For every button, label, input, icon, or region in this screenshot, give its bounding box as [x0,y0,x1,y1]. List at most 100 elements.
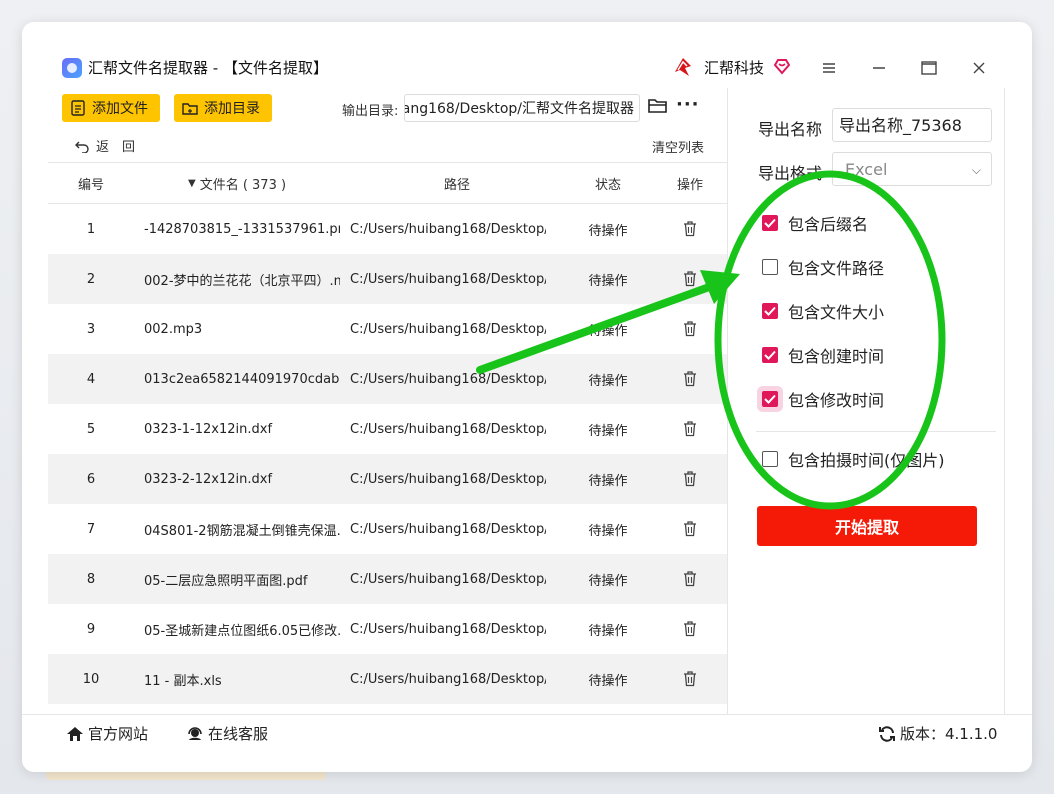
output-dir-input[interactable]: C:/Users/huibang168/Desktop/汇帮文件名提取器 [404,94,640,122]
option-checkbox[interactable]: 包含文件路径 [762,256,884,278]
row-path: C:/Users/huibang168/Desktop/... [350,621,546,637]
row-status: 待操作 [588,423,628,439]
maximize-icon[interactable] [917,56,941,80]
support-link[interactable]: 在线客服 [186,723,268,744]
trash-icon [684,521,696,537]
row-status: 待操作 [588,223,628,239]
back-button[interactable]: 返 回 [74,136,135,155]
table-row[interactable]: 4 013c2ea6582144091970cdabec... C:/Users/h… [48,354,728,404]
delete-row-button[interactable] [658,354,722,404]
heart-diamond-icon[interactable] [772,56,792,76]
trash-icon [684,371,696,387]
file-icon [71,100,85,116]
option-checkbox[interactable]: 包含修改时间 [762,388,884,410]
website-link[interactable]: 官方网站 [66,723,148,744]
checkbox-icon[interactable] [762,451,778,467]
row-status: 待操作 [588,323,628,339]
row-path: C:/Users/huibang168/Desktop/... [350,271,546,287]
footer: 官方网站 在线客服 版本：4.1.1.0 [22,714,1032,772]
export-name-input[interactable]: 导出名称_75368 [832,108,992,142]
table-row[interactable]: 1 -1428703815_-1331537961.png C:/Users/hui… [48,204,728,254]
table-row[interactable]: 3 002.mp3 C:/Users/huibang168/Desktop/... 待… [48,304,728,354]
refresh-icon [879,725,895,742]
version-info[interactable]: 版本：4.1.1.0 [878,723,997,744]
delete-row-button[interactable] [658,554,722,604]
option-checkbox[interactable]: 包含文件大小 [762,300,884,322]
row-path: C:/Users/huibang168/Desktop/... [350,221,546,237]
table-row[interactable]: 5 0323-1-12x12in.dxf C:/Users/huibang168/D… [48,404,728,454]
add-directory-label: 添加目录 [204,101,260,117]
menu-icon[interactable] [817,56,841,80]
option-checkbox[interactable]: 包含拍摄时间(仅图片) [762,448,945,470]
delete-row-button[interactable] [658,404,722,454]
row-status: 待操作 [588,373,628,389]
option-label: 包含修改时间 [788,391,885,410]
row-filename: 013c2ea6582144091970cdabec... [144,371,340,387]
export-format-label: 导出格式 [758,164,823,183]
row-filename: -1428703815_-1331537961.png [144,221,340,237]
row-path: C:/Users/huibang168/Desktop/... [350,521,546,537]
checkbox-icon[interactable] [762,391,778,407]
option-checkbox[interactable]: 包含后缀名 [762,212,868,234]
output-dir-label: 输出目录: [342,104,399,119]
row-no: 7 [86,521,96,537]
row-filename: 05-二层应急照明平面图.pdf [144,573,308,589]
trash-icon [684,321,696,337]
minimize-icon[interactable] [867,56,891,80]
delete-row-button[interactable] [658,204,722,254]
back-arrow-icon [75,141,89,153]
row-no: 9 [86,621,96,637]
header-status: 状态 [594,177,621,193]
table-row[interactable]: 2 002-梦中的兰花花（北京平四）.m... C:/Users/huibang16… [48,254,728,304]
table-header: 编号 ▼ 文件名 ( 373 ) 路径 状态 操作 [48,162,728,204]
app-window: 汇帮文件名提取器 - 【文件名提取】 汇帮科技 添加文件 添加目录 输出目录: [22,22,1032,772]
row-status: 待操作 [588,523,628,539]
add-file-label: 添加文件 [92,101,148,117]
table-row[interactable]: 6 0323-2-12x12in.dxf C:/Users/huibang168/D… [48,454,728,504]
website-label: 官方网站 [88,725,149,743]
option-checkbox[interactable]: 包含创建时间 [762,344,884,366]
checkbox-icon[interactable] [762,303,778,319]
add-directory-button[interactable]: 添加目录 [174,94,272,122]
file-table: 编号 ▼ 文件名 ( 373 ) 路径 状态 操作 1 -1428703815_-… [48,162,728,704]
options-separator [756,431,996,432]
delete-row-button[interactable] [658,604,722,654]
row-no: 10 [82,671,100,687]
delete-row-button[interactable] [658,654,722,704]
row-no: 1 [86,221,96,237]
home-icon [67,726,83,741]
folder-open-icon[interactable] [648,98,668,114]
row-no: 6 [86,471,96,487]
delete-row-button[interactable] [658,304,722,354]
trash-icon [684,421,696,437]
start-extract-button[interactable]: 开始提取 [757,506,977,546]
row-status: 待操作 [588,623,628,639]
option-label: 包含文件大小 [788,303,885,322]
clear-list-button[interactable]: 清空列表 [652,137,704,156]
header-name[interactable]: ▼ 文件名 ( 373 ) [188,163,384,203]
table-row[interactable]: 9 05-圣城新建点位图纸6.05已修改.... C:/Users/huibang1… [48,604,728,654]
app-logo-icon [62,58,82,78]
support-label: 在线客服 [208,725,269,743]
table-row[interactable]: 7 04S801-2钢筋混凝土倒锥壳保温... C:/Users/huibang16… [48,504,728,554]
delete-row-button[interactable] [658,454,722,504]
headset-icon [188,726,202,740]
delete-row-button[interactable] [658,504,722,554]
checkbox-icon[interactable] [762,215,778,231]
brand-name: 汇帮科技 [704,59,765,77]
more-icon[interactable]: ··· [676,94,700,115]
row-status: 待操作 [588,473,628,489]
table-row[interactable]: 10 11 - 副本.xls C:/Users/huibang168/Desktop… [48,654,728,704]
close-icon[interactable] [967,56,991,80]
checkbox-icon[interactable] [762,259,778,275]
export-format-select[interactable]: Excel ⌵ [832,152,992,186]
row-status: 待操作 [588,273,628,289]
table-row[interactable]: 8 05-二层应急照明平面图.pdf C:/Users/huibang168/Des… [48,554,728,604]
option-label: 包含后缀名 [788,215,869,234]
delete-row-button[interactable] [658,254,722,304]
checkbox-icon[interactable] [762,347,778,363]
trash-icon [684,671,696,687]
row-filename: 002-梦中的兰花花（北京平四）.m... [144,273,340,289]
add-file-button[interactable]: 添加文件 [62,94,160,122]
row-no: 3 [86,321,96,337]
